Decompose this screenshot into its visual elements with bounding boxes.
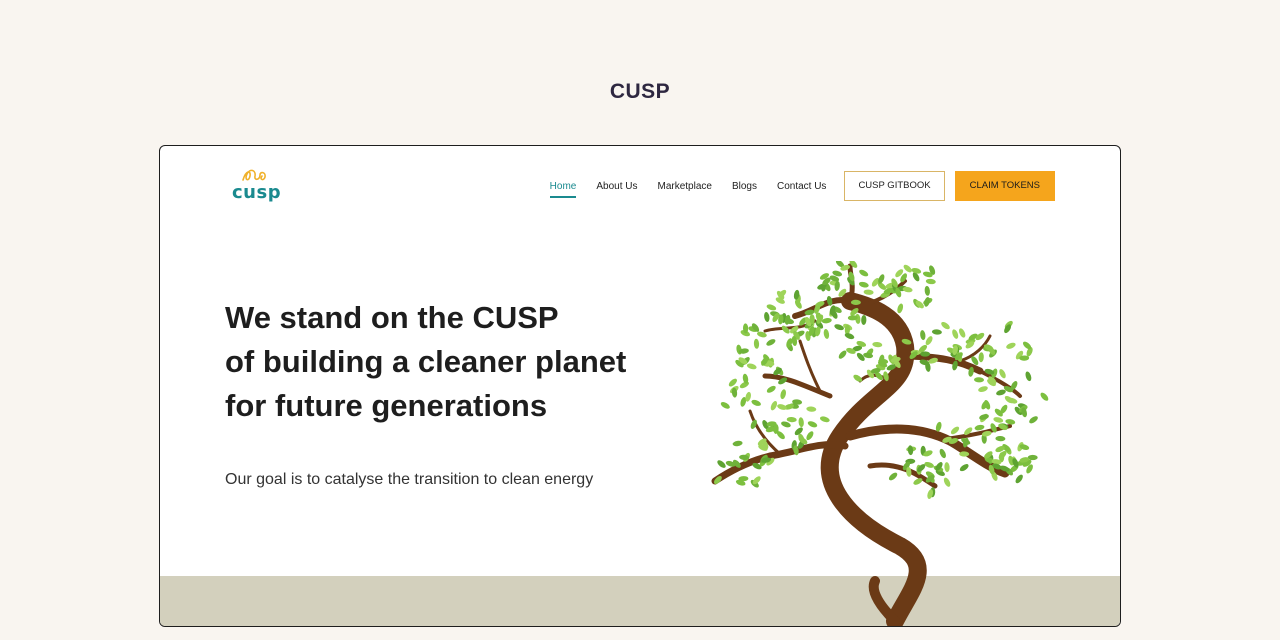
leaf <box>858 281 869 288</box>
claim-tokens-button[interactable]: CLAIM TOKENS <box>954 171 1055 201</box>
leaf <box>806 406 817 412</box>
leaf <box>924 285 930 296</box>
leaf <box>1029 416 1038 424</box>
leaf <box>834 324 844 331</box>
leaf <box>872 341 883 348</box>
leaf <box>780 389 786 400</box>
hero-heading-line: We stand on the CUSP <box>225 300 559 335</box>
leaf <box>993 417 1004 423</box>
leaf <box>958 328 966 338</box>
leaf <box>861 315 867 325</box>
leaf <box>903 264 912 273</box>
leaf <box>717 460 726 468</box>
leaf <box>925 336 933 346</box>
leaf <box>856 352 865 361</box>
leaf <box>807 421 818 428</box>
hero-heading: We stand on the CUSP of building a clean… <box>225 296 705 428</box>
leaf <box>720 402 730 409</box>
nav-blogs[interactable]: Blogs <box>732 177 757 196</box>
leaf <box>1040 392 1049 401</box>
nav-home[interactable]: Home <box>549 177 576 198</box>
site-logo[interactable]: cusp <box>232 168 281 206</box>
leaf <box>931 329 942 335</box>
leaf <box>806 431 814 441</box>
leaf <box>819 416 830 423</box>
hero-heading-line: for future generations <box>225 388 548 423</box>
leaf <box>974 424 985 431</box>
leaf <box>751 399 761 406</box>
leaf <box>950 426 960 435</box>
leaf <box>979 414 989 420</box>
leaf <box>821 318 832 324</box>
leaf <box>888 472 898 481</box>
leaf <box>732 440 743 447</box>
leaf <box>995 435 1006 442</box>
leaf <box>974 377 984 383</box>
leaf <box>859 269 869 277</box>
leaf <box>770 401 778 411</box>
leaf <box>766 339 776 346</box>
leaf <box>863 289 874 295</box>
leaf <box>941 321 950 330</box>
leaf <box>766 304 777 311</box>
leaf <box>1006 342 1016 349</box>
logo-text: cusp <box>232 182 282 203</box>
leaf <box>944 462 950 473</box>
leaf <box>978 352 984 363</box>
leaf <box>764 312 770 322</box>
website-preview: cusp Home About Us Marketplace Blogs Con… <box>159 145 1121 627</box>
gitbook-button[interactable]: CUSP GITBOOK <box>844 171 945 201</box>
nav-marketplace[interactable]: Marketplace <box>657 177 711 196</box>
nav-contact-us[interactable]: Contact Us <box>777 177 826 196</box>
leaf <box>925 278 936 285</box>
leaf <box>1025 371 1032 382</box>
leaf <box>924 461 935 468</box>
leaf <box>786 416 797 423</box>
leaf <box>924 297 930 307</box>
leaf <box>823 328 830 339</box>
leaf <box>1015 474 1023 484</box>
leaf <box>766 385 776 393</box>
leaf <box>746 363 757 370</box>
leaf <box>798 417 804 428</box>
main-nav: Home About Us Marketplace Blogs Contact … <box>549 171 1055 201</box>
leaf <box>978 386 988 392</box>
leaf <box>897 303 904 314</box>
leaf <box>920 351 931 357</box>
leaf <box>959 464 969 472</box>
leaf <box>943 477 951 487</box>
hero-heading-line: of building a cleaner planet <box>225 344 627 379</box>
leaf <box>753 338 760 349</box>
nav-about-us[interactable]: About Us <box>596 177 637 196</box>
leaf <box>1005 419 1016 425</box>
leaf <box>838 350 847 359</box>
leaf <box>777 404 787 410</box>
leaf <box>939 448 946 459</box>
leaf <box>999 369 1006 379</box>
page-title: CUSP <box>609 80 671 103</box>
leaf <box>952 329 959 339</box>
tree-illustration <box>711 261 1049 626</box>
leaf <box>920 330 926 341</box>
hero-subheading: Our goal is to catalyse the transition t… <box>225 471 594 488</box>
leaf <box>911 267 922 274</box>
